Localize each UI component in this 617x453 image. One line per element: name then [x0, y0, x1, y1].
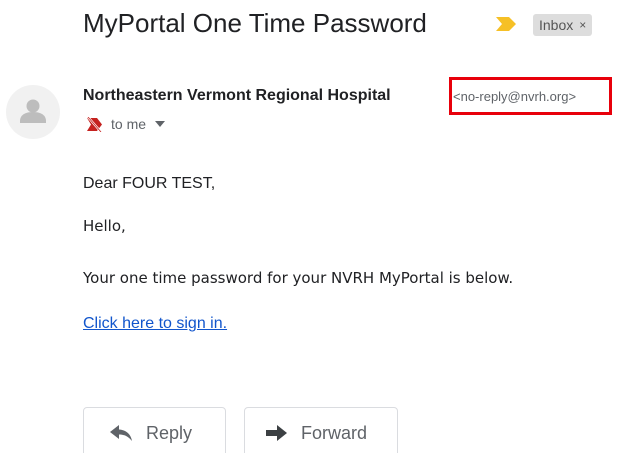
forward-label: Forward: [301, 422, 368, 443]
importance-marker-icon[interactable]: [496, 17, 516, 31]
reply-label: Reply: [146, 422, 193, 443]
remove-label-icon[interactable]: ×: [579, 18, 586, 32]
inbox-label-text: Inbox: [539, 17, 574, 33]
person-avatar-icon: [20, 99, 46, 123]
forward-arrow-icon: [266, 425, 287, 441]
email-greeting: Dear FOUR TEST,: [83, 175, 216, 192]
email-hello: Hello,: [83, 217, 126, 235]
sign-in-link[interactable]: Click here to sign in.: [83, 315, 227, 333]
sender-name: Northeastern Vermont Regional Hospital: [83, 87, 391, 104]
not-important-icon[interactable]: [86, 116, 103, 132]
reply-button[interactable]: Reply: [83, 407, 226, 453]
otp-message: Your one time password for your NVRH MyP…: [83, 269, 514, 287]
email-subject: MyPortal One Time Password: [83, 8, 427, 38]
forward-button[interactable]: Forward: [244, 407, 398, 453]
reply-arrow-icon: [110, 425, 132, 441]
recipient-row[interactable]: to me: [86, 116, 166, 132]
email-address-highlight: [449, 77, 612, 115]
recipient-text: to me: [111, 116, 147, 132]
dropdown-arrow-icon[interactable]: [155, 121, 166, 127]
inbox-label-chip: Inbox ×: [533, 14, 593, 36]
email-view: MyPortal One Time Password Inbox × North…: [0, 0, 617, 453]
sender-avatar: [6, 85, 60, 139]
